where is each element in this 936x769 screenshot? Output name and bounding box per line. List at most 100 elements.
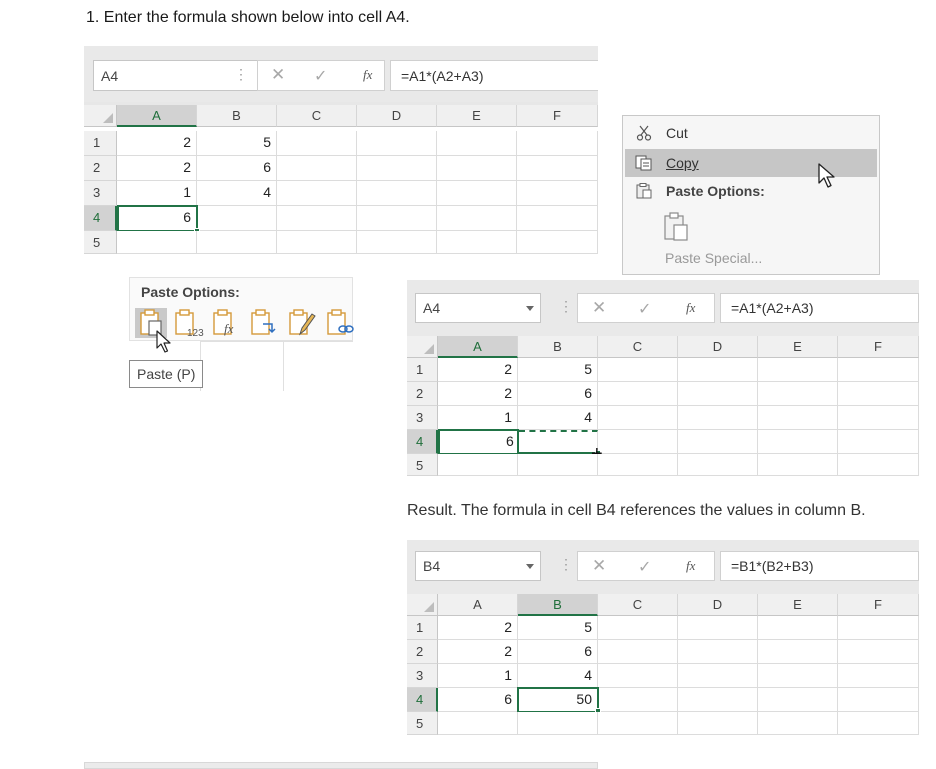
cell-a3[interactable]: 1 <box>438 664 518 688</box>
enter-icon[interactable]: ✓ <box>638 299 651 319</box>
cell[interactable] <box>758 454 838 476</box>
cell[interactable] <box>758 640 838 664</box>
select-all-corner[interactable] <box>407 336 438 358</box>
cell[interactable] <box>598 712 678 735</box>
cell[interactable] <box>838 382 919 406</box>
cell[interactable] <box>357 131 437 156</box>
cancel-icon[interactable]: ✕ <box>271 65 285 85</box>
cell[interactable] <box>518 454 598 476</box>
column-header[interactable]: F <box>517 105 598 127</box>
cell-a1[interactable]: 2 <box>438 616 518 640</box>
cell[interactable] <box>838 688 919 712</box>
column-header[interactable]: C <box>598 336 678 358</box>
cell-a2[interactable]: 2 <box>117 156 197 181</box>
cell-b3[interactable]: 4 <box>518 664 598 688</box>
chevron-down-icon[interactable] <box>526 306 534 311</box>
cell[interactable] <box>437 156 517 181</box>
paste-icon[interactable] <box>663 212 689 242</box>
cell[interactable] <box>437 206 517 231</box>
cell-a4[interactable]: 6 <box>438 688 518 712</box>
cell-b3[interactable]: 4 <box>197 181 277 206</box>
cell[interactable] <box>838 640 919 664</box>
enter-icon[interactable]: ✓ <box>314 66 327 86</box>
cell[interactable] <box>598 616 678 640</box>
formula-input[interactable]: =A1*(A2+A3) <box>390 60 598 91</box>
cell-b2[interactable]: 6 <box>197 156 277 181</box>
row-header[interactable]: 5 <box>84 231 117 254</box>
column-header[interactable]: D <box>678 594 758 616</box>
cell[interactable] <box>517 181 598 206</box>
menu-item-copy[interactable]: Copy <box>625 149 877 177</box>
cell[interactable] <box>758 358 838 382</box>
cell[interactable] <box>678 454 758 476</box>
paste-transpose-icon[interactable] <box>248 308 280 338</box>
cell[interactable] <box>838 406 919 430</box>
cancel-icon[interactable]: ✕ <box>592 298 606 318</box>
cell[interactable] <box>678 616 758 640</box>
column-header[interactable]: F <box>838 594 919 616</box>
cell[interactable] <box>198 206 277 231</box>
insert-function-icon[interactable]: fx <box>363 67 372 83</box>
column-header[interactable]: C <box>277 105 357 127</box>
cell[interactable] <box>438 712 518 735</box>
cell-b1[interactable]: 5 <box>197 131 277 156</box>
column-header[interactable]: A <box>438 594 518 616</box>
paste-formatting-icon[interactable] <box>286 308 318 338</box>
cell-b1[interactable]: 5 <box>518 358 598 382</box>
column-header[interactable]: B <box>518 594 598 616</box>
cell[interactable] <box>838 358 919 382</box>
row-header[interactable]: 3 <box>84 181 117 206</box>
cell-a3[interactable]: 1 <box>438 406 518 430</box>
row-header[interactable]: 3 <box>407 406 438 430</box>
paste-values-icon[interactable]: 123 <box>172 308 204 338</box>
row-header[interactable]: 4 <box>407 430 438 454</box>
cell-a4-active[interactable]: 6 <box>438 429 519 455</box>
column-header[interactable]: E <box>758 336 838 358</box>
cell[interactable] <box>758 616 838 640</box>
cell[interactable] <box>598 406 678 430</box>
formula-input[interactable]: =B1*(B2+B3) <box>720 551 919 581</box>
cell[interactable] <box>437 181 517 206</box>
column-header[interactable]: D <box>678 336 758 358</box>
cell[interactable] <box>678 382 758 406</box>
cell-b2[interactable]: 6 <box>518 640 598 664</box>
cell[interactable] <box>838 454 919 476</box>
menu-item-paste-special[interactable]: Paste Special... <box>665 250 762 266</box>
cell[interactable] <box>678 712 758 735</box>
cell[interactable] <box>758 664 838 688</box>
column-header[interactable]: F <box>838 336 919 358</box>
cell[interactable] <box>438 454 518 476</box>
name-box[interactable]: B4 <box>415 551 541 581</box>
row-header[interactable]: 2 <box>84 156 117 181</box>
paste-formulas-icon[interactable]: fx <box>210 308 242 338</box>
cell[interactable] <box>357 206 437 231</box>
cell[interactable] <box>357 231 437 254</box>
row-header[interactable]: 3 <box>407 664 438 688</box>
cell[interactable] <box>758 430 838 454</box>
cell[interactable] <box>678 640 758 664</box>
cell[interactable] <box>758 406 838 430</box>
cancel-icon[interactable]: ✕ <box>592 556 606 576</box>
cell[interactable] <box>678 430 758 454</box>
column-header[interactable]: A <box>438 336 518 358</box>
cell[interactable] <box>277 131 357 156</box>
cell[interactable] <box>357 156 437 181</box>
cell[interactable] <box>838 616 919 640</box>
cell[interactable] <box>838 664 919 688</box>
row-header[interactable]: 1 <box>84 131 117 156</box>
cell[interactable] <box>598 454 678 476</box>
column-header[interactable]: D <box>357 105 437 127</box>
cell[interactable] <box>598 358 678 382</box>
insert-function-icon[interactable]: fx <box>686 558 695 574</box>
column-header[interactable]: E <box>437 105 517 127</box>
menu-item-cut[interactable]: Cut <box>625 119 877 147</box>
cell-a2[interactable]: 2 <box>438 382 518 406</box>
cell[interactable] <box>277 181 357 206</box>
cell-a4-active[interactable]: 6 <box>117 205 198 232</box>
row-header[interactable]: 5 <box>407 712 438 735</box>
cell[interactable] <box>277 156 357 181</box>
cell[interactable] <box>598 430 678 454</box>
cell[interactable] <box>518 712 598 735</box>
column-header[interactable]: A <box>117 105 197 127</box>
row-header[interactable]: 1 <box>407 616 438 640</box>
